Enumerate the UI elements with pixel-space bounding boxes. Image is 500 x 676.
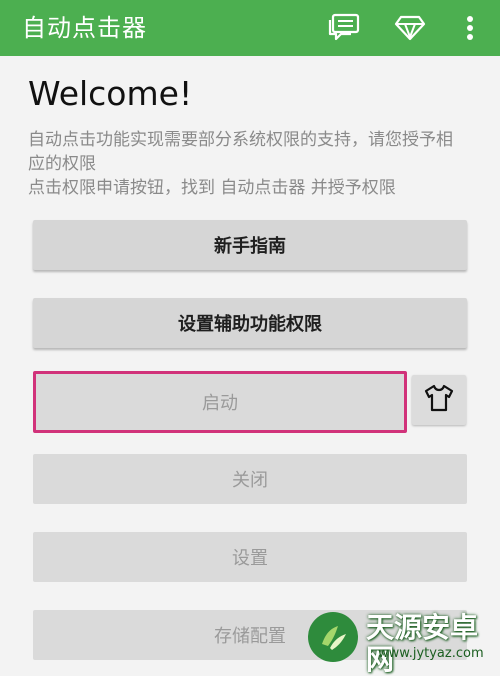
more-vert-icon[interactable] [452, 10, 488, 46]
close-button[interactable]: 关闭 [33, 454, 467, 504]
skin-button[interactable] [412, 375, 466, 425]
accessibility-permission-button[interactable]: 设置辅助功能权限 [33, 298, 467, 348]
guide-button[interactable]: 新手指南 [33, 220, 467, 270]
app-bar: 自动点击器 [0, 0, 500, 56]
watermark-logo-icon [308, 612, 358, 662]
chat-icon[interactable] [326, 10, 362, 46]
site-watermark: 天源安卓网 www.jytyaz.com [300, 608, 500, 676]
start-button[interactable]: 启动 [33, 371, 407, 433]
watermark-title: 天源安卓网 [366, 611, 479, 676]
tshirt-icon [424, 384, 454, 416]
welcome-heading: Welcome! [28, 74, 193, 113]
settings-button[interactable]: 设置 [33, 532, 467, 582]
permission-instruction: 点击权限申请按钮，找到 自动点击器 并授予权限 [28, 178, 396, 198]
watermark-url: www.jytyaz.com [378, 646, 484, 661]
permission-description: 自动点击功能实现需要部分系统权限的支持，请您授予相应的权限 [28, 130, 453, 174]
app-title: 自动点击器 [22, 14, 147, 42]
diamond-icon[interactable] [392, 10, 428, 46]
